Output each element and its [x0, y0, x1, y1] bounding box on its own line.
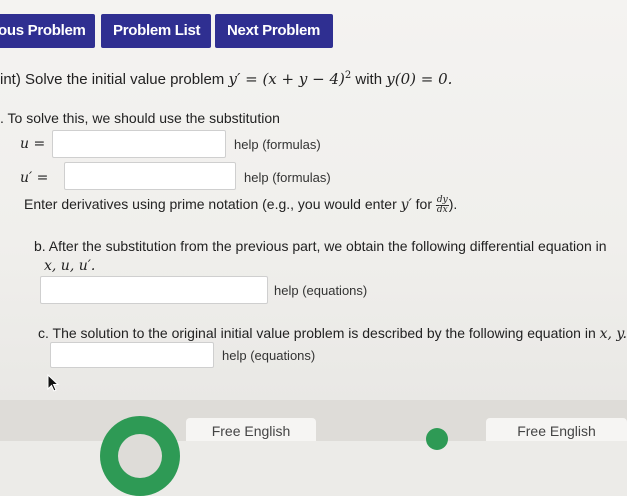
- u-label: u =: [20, 136, 46, 152]
- note-prefix: Enter derivatives using prime notation (…: [24, 196, 397, 213]
- part-c-variables: x, y.: [599, 326, 627, 342]
- problem-equation: y′ = (x + y − 4): [228, 70, 345, 88]
- part-c-text: c. The solution to the original initial …: [38, 325, 627, 342]
- help-formulas-link-1[interactable]: help (formulas): [234, 137, 321, 152]
- next-problem-button[interactable]: Next Problem: [215, 14, 333, 48]
- derivative-note: Enter derivatives using prime notation (…: [24, 196, 457, 215]
- note-end: ).: [448, 196, 458, 213]
- dy-dx-fraction: dy dx: [435, 196, 449, 215]
- ad-circle-icon-small: [426, 428, 448, 450]
- part-b-text: b. After the substitution from the previ…: [34, 238, 607, 254]
- solution-equation-input[interactable]: [50, 342, 214, 368]
- ad-free-english-left[interactable]: Free English: [186, 418, 316, 441]
- u-input[interactable]: [52, 130, 226, 158]
- ad-free-english-right[interactable]: Free English: [486, 418, 627, 441]
- problem-prefix: int) Solve the initial value problem: [0, 71, 225, 88]
- help-equations-link-2[interactable]: help (equations): [222, 348, 315, 363]
- previous-problem-button[interactable]: ous Problem: [0, 14, 95, 48]
- fraction-denominator: dx: [436, 205, 448, 215]
- u-prime-input[interactable]: [64, 162, 236, 190]
- note-for: for: [415, 196, 432, 213]
- problem-initial-condition: y(0) = 0.: [386, 70, 453, 88]
- part-a-intro: . To solve this, we should use the subst…: [0, 110, 280, 126]
- u-prime-label: u′ =: [20, 170, 49, 186]
- differential-equation-input[interactable]: [40, 276, 268, 304]
- help-equations-link-1[interactable]: help (equations): [274, 283, 367, 298]
- part-c-prefix: c. The solution to the original initial …: [38, 325, 596, 341]
- problem-exponent: 2: [344, 70, 352, 81]
- note-y-prime: y′: [400, 197, 412, 214]
- help-formulas-link-2[interactable]: help (formulas): [244, 170, 331, 185]
- problem-with: with: [355, 71, 383, 88]
- part-b-variables: x, u, u′.: [44, 258, 96, 274]
- problem-statement: int) Solve the initial value problem y′ …: [0, 70, 452, 88]
- mouse-cursor-icon: [47, 374, 60, 392]
- problem-list-button[interactable]: Problem List: [101, 14, 211, 48]
